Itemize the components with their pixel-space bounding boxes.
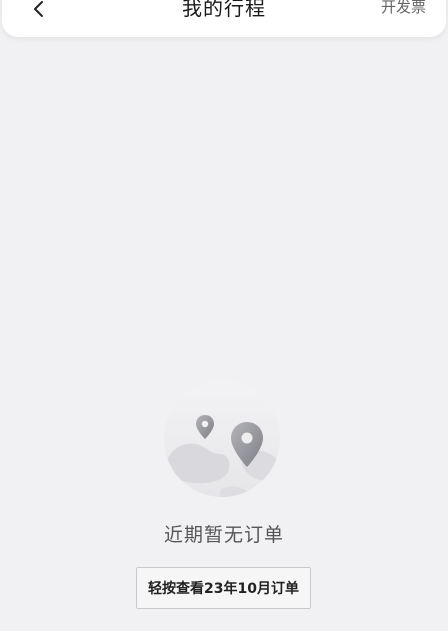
empty-state-message: 近期暂无订单 [163,524,284,546]
view-history-orders-button[interactable]: 轻按查看23年10月订单 [136,567,311,609]
app-header: 我的行程 开发票 [2,0,446,37]
map-pin-globe-icon [164,381,280,497]
invoice-button[interactable]: 开发票 [381,0,426,15]
empty-state-illustration [162,378,282,500]
page-title: 我的行程 [182,0,266,20]
